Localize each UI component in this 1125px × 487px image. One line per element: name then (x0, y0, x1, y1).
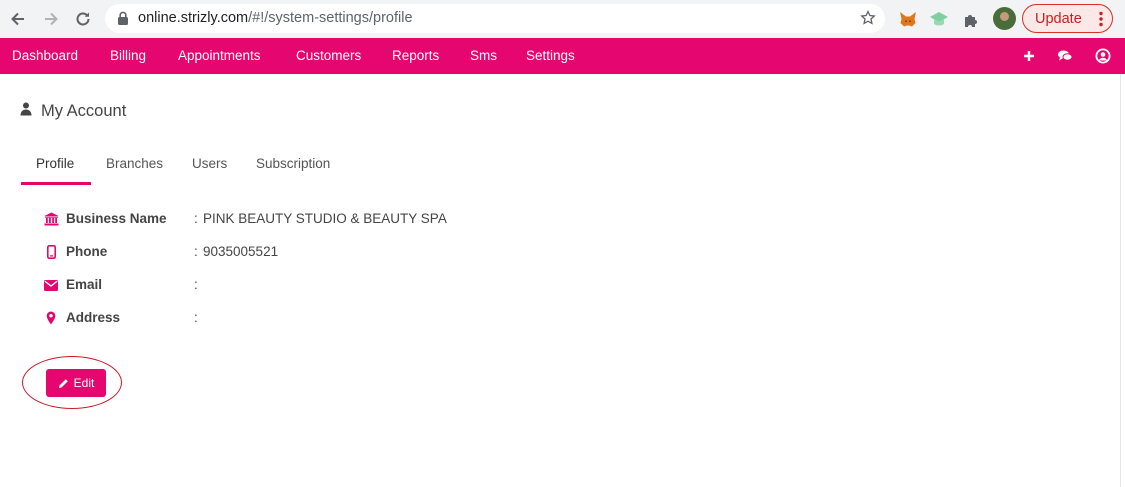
lock-icon (117, 11, 129, 30)
url-host: online.strizly.com (138, 10, 249, 26)
url-text: online.strizly.com/#!/system-settings/pr… (138, 10, 413, 26)
active-tab-indicator (21, 182, 91, 185)
nav-reports[interactable]: Reports (392, 48, 439, 63)
nav-customers[interactable]: Customers (296, 48, 361, 63)
separator: : (194, 310, 198, 325)
profile-row-phone: Phone : 9035005521 (43, 242, 543, 262)
page-title: My Account (41, 102, 127, 120)
pencil-icon (58, 378, 69, 389)
graduation-cap-icon[interactable] (928, 8, 950, 30)
metamask-fox-icon[interactable] (897, 8, 919, 30)
bank-icon (43, 211, 59, 227)
separator: : (194, 277, 198, 292)
scrollbar-track[interactable] (1120, 74, 1125, 487)
reload-button[interactable] (71, 7, 95, 31)
separator: : (194, 244, 198, 259)
page-header: My Account (20, 102, 126, 121)
phone-label: Phone (66, 244, 108, 259)
address-label: Address (66, 310, 121, 325)
nav-settings[interactable]: Settings (526, 48, 575, 63)
main-navbar: Dashboard Billing Appointments Customers… (0, 38, 1125, 74)
business-name-label: Business Name (66, 211, 167, 226)
star-icon[interactable] (860, 9, 876, 31)
puzzle-extensions-icon[interactable] (960, 8, 982, 30)
update-button[interactable]: Update (1022, 4, 1113, 33)
separator: : (194, 211, 198, 226)
business-name-value: PINK BEAUTY STUDIO & BEAUTY SPA (203, 211, 447, 226)
profile-avatar[interactable] (993, 7, 1016, 30)
email-label: Email (66, 277, 103, 292)
url-path: /#!/system-settings/profile (248, 10, 413, 26)
profile-row-email: Email : (43, 275, 543, 295)
mobile-phone-icon (43, 244, 59, 260)
browser-toolbar: online.strizly.com/#!/system-settings/pr… (0, 0, 1125, 38)
nav-sms[interactable]: Sms (470, 48, 497, 63)
profile-row-address: Address : (43, 308, 543, 328)
user-circle-icon[interactable] (1095, 47, 1111, 65)
edit-button[interactable]: Edit (46, 369, 106, 397)
profile-row-business-name: Business Name : PINK BEAUTY STUDIO & BEA… (43, 209, 543, 229)
nav-billing[interactable]: Billing (110, 48, 146, 63)
tab-subscription[interactable]: Subscription (256, 156, 330, 171)
envelope-icon (43, 277, 59, 293)
map-marker-icon (43, 310, 59, 326)
address-bar[interactable]: online.strizly.com/#!/system-settings/pr… (105, 4, 885, 33)
reload-icon (76, 12, 90, 26)
plus-icon[interactable] (1021, 47, 1037, 65)
tab-profile[interactable]: Profile (36, 156, 74, 171)
user-icon (20, 102, 32, 121)
forward-arrow-icon (45, 12, 58, 26)
back-arrow-icon (11, 12, 24, 26)
tab-users[interactable]: Users (192, 156, 227, 171)
phone-value: 9035005521 (203, 244, 279, 259)
back-button[interactable] (6, 7, 30, 31)
nav-dashboard[interactable]: Dashboard (12, 48, 78, 63)
forward-button[interactable] (39, 7, 63, 31)
nav-appointments[interactable]: Appointments (178, 48, 261, 63)
tab-branches[interactable]: Branches (106, 156, 163, 171)
edit-label: Edit (73, 376, 95, 390)
more-vert-icon[interactable] (1099, 11, 1103, 31)
chat-icon[interactable] (1057, 47, 1073, 65)
update-label: Update (1035, 10, 1082, 27)
